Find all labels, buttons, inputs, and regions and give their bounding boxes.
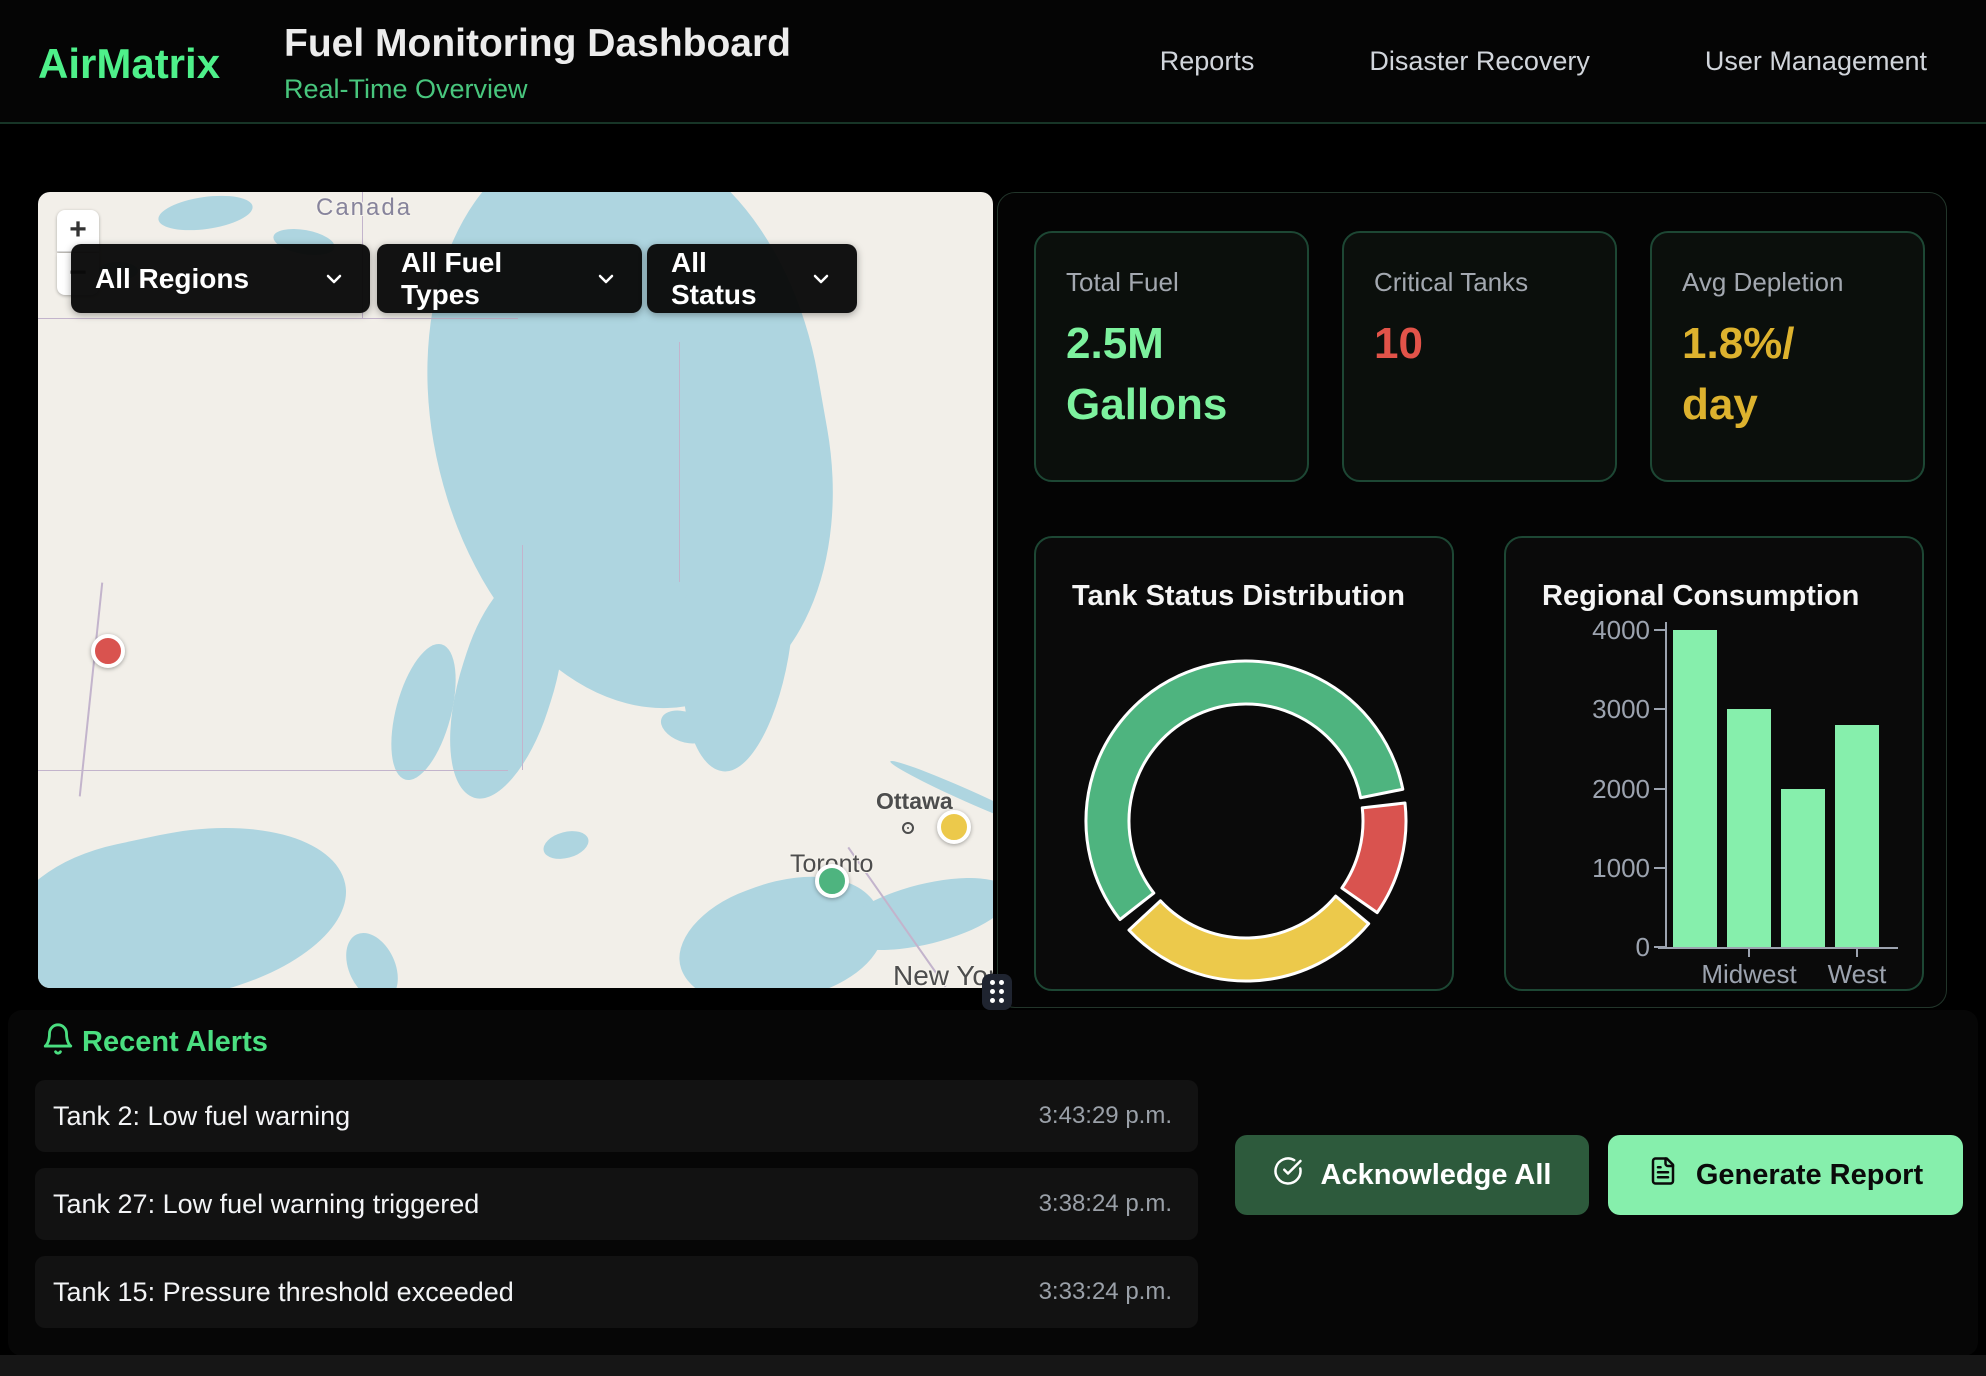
alert-timestamp: 3:43:29 p.m.	[1039, 1102, 1172, 1130]
map-label-canada: Canada	[316, 194, 412, 222]
map-border-line	[38, 318, 518, 319]
y-axis-tick-mark	[1654, 708, 1666, 710]
chart-title: Tank Status Distribution	[1072, 580, 1405, 613]
chevron-down-icon	[568, 267, 618, 291]
main-nav: Reports Disaster Recovery User Managemen…	[1160, 46, 1927, 77]
stat-card-avg-depletion: Avg Depletion 1.8%/ day	[1650, 231, 1925, 482]
stat-value: 10	[1374, 314, 1585, 375]
donut-segment-warning	[1129, 896, 1369, 981]
check-circle-icon	[1273, 1156, 1303, 1194]
chart-title: Regional Consumption	[1542, 580, 1859, 613]
stat-card-critical-tanks: Critical Tanks 10	[1342, 231, 1617, 482]
generate-report-label: Generate Report	[1696, 1159, 1923, 1192]
donut-segment-critical	[1342, 803, 1406, 913]
nav-item-disaster-recovery[interactable]: Disaster Recovery	[1369, 46, 1590, 77]
alert-timestamp: 3:38:24 p.m.	[1039, 1190, 1172, 1218]
map-water-body	[38, 799, 362, 988]
y-axis-tick-mark	[1654, 946, 1666, 948]
map-border-line	[679, 342, 680, 582]
map-panel[interactable]: Canada Ottawa Toronto New York + − All R…	[38, 192, 993, 988]
bar-midwest	[1727, 709, 1771, 947]
ottawa-town-icon	[902, 822, 914, 834]
alerts-title: Recent Alerts	[82, 1026, 268, 1059]
stat-label: Avg Depletion	[1682, 267, 1893, 298]
stat-card-total-fuel: Total Fuel 2.5M Gallons	[1034, 231, 1309, 482]
brand-logo[interactable]: AirMatrix	[38, 40, 220, 88]
alert-row[interactable]: Tank 2: Low fuel warning 3:43:29 p.m.	[35, 1080, 1198, 1152]
document-icon	[1648, 1156, 1678, 1194]
tank-status-chart-card: Tank Status Distribution	[1034, 536, 1454, 991]
status-filter-value: All Status	[671, 247, 783, 311]
footer-strip	[0, 1355, 1986, 1376]
map-marker-warning[interactable]	[937, 810, 971, 844]
map-label-new-york: New York	[893, 960, 993, 988]
y-axis-tick-label: 0	[1544, 932, 1650, 963]
y-axis-tick-label: 4000	[1544, 615, 1650, 646]
map-water-body	[336, 925, 408, 988]
map-marker-normal[interactable]	[815, 864, 849, 898]
status-filter-dropdown[interactable]: All Status	[647, 244, 857, 313]
acknowledge-all-label: Acknowledge All	[1321, 1159, 1552, 1192]
x-axis-tick-mark	[1748, 949, 1750, 957]
alert-message: Tank 15: Pressure threshold exceeded	[53, 1277, 514, 1308]
bar-chart-x-axis	[1658, 947, 1898, 949]
stat-value: 1.8%/ day	[1682, 314, 1893, 435]
tank-status-donut-chart	[1076, 651, 1416, 991]
stat-label: Critical Tanks	[1374, 267, 1585, 298]
x-axis-tick-mark	[1856, 949, 1858, 957]
dashboard: AirMatrix Fuel Monitoring Dashboard Real…	[0, 0, 1986, 1376]
y-axis-tick-label: 1000	[1544, 853, 1650, 884]
y-axis-tick-mark	[1654, 788, 1666, 790]
page-subtitle: Real-Time Overview	[284, 74, 528, 105]
map-border-line	[522, 545, 523, 770]
bar-west	[1835, 725, 1879, 947]
map-border-line	[38, 770, 508, 771]
stat-label: Total Fuel	[1066, 267, 1277, 298]
regional-consumption-chart-card: Regional Consumption 01000200030004000Mi…	[1504, 536, 1924, 991]
generate-report-button[interactable]: Generate Report	[1608, 1135, 1963, 1215]
region-filter-dropdown[interactable]: All Regions	[71, 244, 370, 313]
map-water-body	[540, 826, 591, 863]
bar-chart-y-axis	[1665, 622, 1667, 949]
alert-message: Tank 27: Low fuel warning triggered	[53, 1189, 479, 1220]
header: AirMatrix Fuel Monitoring Dashboard Real…	[0, 0, 1986, 124]
fuel-type-filter-value: All Fuel Types	[401, 247, 568, 311]
alert-timestamp: 3:33:24 p.m.	[1039, 1278, 1172, 1306]
stat-value: 2.5M Gallons	[1066, 314, 1277, 435]
region-filter-value: All Regions	[95, 263, 249, 295]
chevron-down-icon	[783, 267, 833, 291]
alerts-section: Recent Alerts Tank 2: Low fuel warning 3…	[8, 1010, 1978, 1356]
nav-item-user-management[interactable]: User Management	[1705, 46, 1927, 77]
fuel-type-filter-dropdown[interactable]: All Fuel Types	[377, 244, 642, 313]
alert-row[interactable]: Tank 27: Low fuel warning triggered 3:38…	[35, 1168, 1198, 1240]
y-axis-tick-mark	[1654, 629, 1666, 631]
map-label-ottawa: Ottawa	[876, 788, 953, 815]
alert-message: Tank 2: Low fuel warning	[53, 1101, 350, 1132]
bar-northeast	[1673, 630, 1717, 947]
map-marker-critical[interactable]	[91, 634, 125, 668]
map-border-line	[79, 582, 103, 796]
bell-icon	[41, 1022, 75, 1061]
metrics-panel: Total Fuel 2.5M Gallons Critical Tanks 1…	[997, 192, 1947, 1008]
nav-item-reports[interactable]: Reports	[1160, 46, 1255, 77]
map-water-body	[156, 192, 255, 235]
bar-south	[1781, 789, 1825, 948]
chevron-down-icon	[296, 267, 346, 291]
y-axis-tick-label: 2000	[1544, 774, 1650, 805]
x-axis-tick-label: West	[1777, 959, 1937, 990]
y-axis-tick-label: 3000	[1544, 694, 1650, 725]
alert-row[interactable]: Tank 15: Pressure threshold exceeded 3:3…	[35, 1256, 1198, 1328]
y-axis-tick-mark	[1654, 867, 1666, 869]
page-title: Fuel Monitoring Dashboard	[284, 22, 791, 66]
acknowledge-all-button[interactable]: Acknowledge All	[1235, 1135, 1589, 1215]
resize-grip-handle[interactable]	[982, 974, 1012, 1010]
